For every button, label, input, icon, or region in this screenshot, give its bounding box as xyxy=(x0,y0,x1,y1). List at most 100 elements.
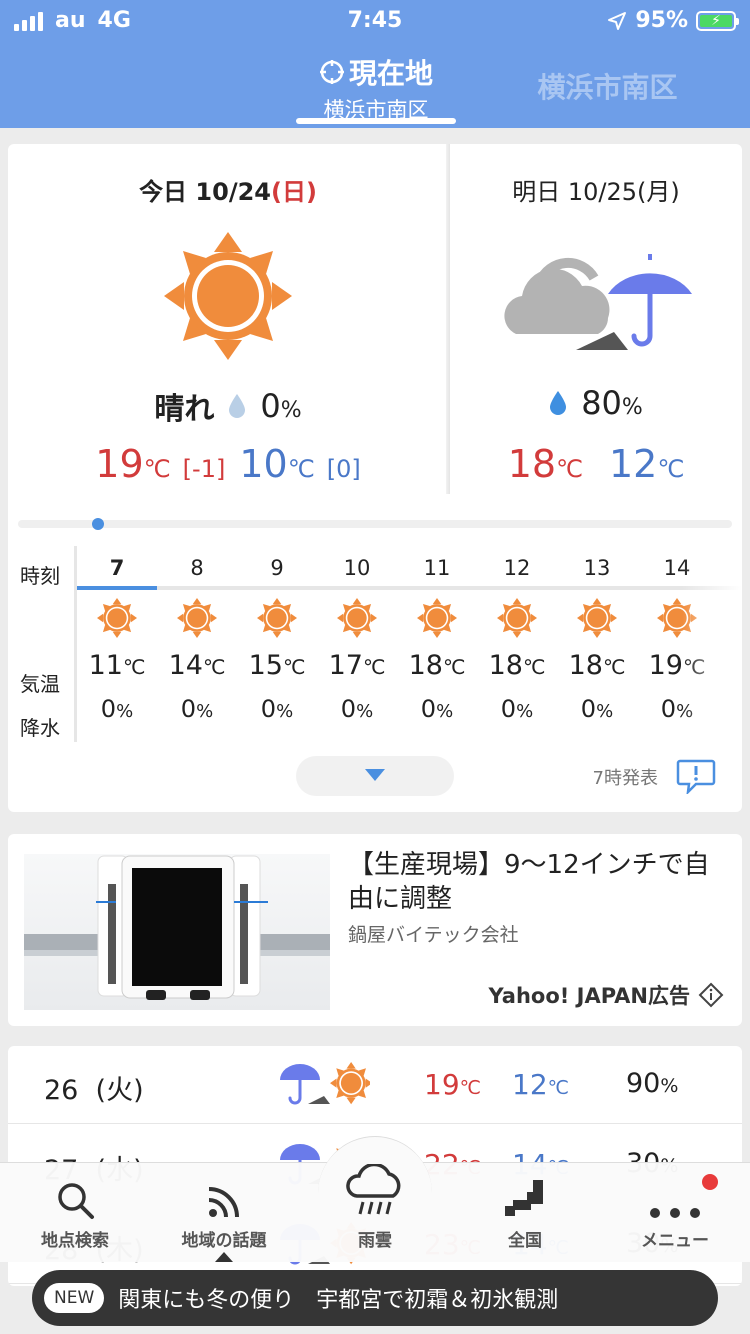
tomorrow-high-unit: ℃ xyxy=(556,455,583,483)
hour-weather xyxy=(237,592,317,644)
hour-temp-value: 18 xyxy=(568,650,603,681)
hour-label: 8 xyxy=(190,556,204,580)
weekly-high-value: 19 xyxy=(424,1068,460,1101)
nav-search[interactable]: 地点検索 xyxy=(15,1174,135,1251)
today-high-diff: [-1] xyxy=(182,455,226,483)
hour-column: 9 15℃ 0% xyxy=(237,546,317,723)
hour-temp-value: 18 xyxy=(408,650,443,681)
ad-image[interactable] xyxy=(24,854,330,1010)
hour-weather xyxy=(477,592,557,644)
hour-temp-unit: ℃ xyxy=(202,655,226,679)
tomorrow-weekday: (月) xyxy=(637,178,680,206)
hour-precip: 0% xyxy=(77,695,157,723)
hourly-forecast[interactable]: 7 11℃ 0% 8 14℃ 0% 9 15℃ 0% 10 17℃ 0% 11 18℃ 0% 12 18℃ 0% 1… xyxy=(74,546,742,742)
weekly-high: 19℃ xyxy=(424,1068,481,1101)
weekly-weekday: (火) xyxy=(95,1075,144,1106)
hour-temp: 17℃ xyxy=(317,650,397,681)
today-low-unit: ℃ xyxy=(287,455,315,483)
hour-weather xyxy=(557,592,637,644)
nav-rain-radar-label: 雨雲 xyxy=(358,1231,392,1251)
news-ticker[interactable]: NEW 関東にも冬の便り 宇都宮で初霜＆初氷観測 xyxy=(32,1270,718,1326)
nav-nationwide[interactable]: 全国 xyxy=(465,1174,585,1251)
hour-precip-value: 0 xyxy=(340,695,357,723)
weekly-day-number: 26 xyxy=(44,1075,79,1106)
hour-temp-value: 15 xyxy=(248,650,283,681)
today-title: 今日 10/24(日) xyxy=(8,172,448,207)
hour-temp: 18℃ xyxy=(477,650,557,681)
expand-hourly-button[interactable] xyxy=(296,756,454,796)
cloudy-then-rain-icon xyxy=(504,254,692,350)
hour-label: 13 xyxy=(583,556,611,580)
hourly-scroll-track[interactable] xyxy=(18,520,732,528)
hour-label: 9 xyxy=(270,556,284,580)
hour-temp-value: 17 xyxy=(328,650,363,681)
hour-label: 12 xyxy=(503,556,531,580)
hour-precip-value: 0 xyxy=(500,695,517,723)
hour-column: 11 18℃ 0% xyxy=(397,546,477,723)
hour-weather xyxy=(77,592,157,644)
issued-time: 7時発表 xyxy=(592,768,658,789)
more-icon xyxy=(650,1208,700,1218)
ad-badge[interactable]: Yahoo! JAPAN広告 xyxy=(489,980,725,1010)
tomorrow-forecast[interactable]: 明日 10/25(月) 80% 18℃ 12℃ xyxy=(450,144,742,494)
today-high-unit: ℃ xyxy=(143,455,171,483)
tab-saved-location[interactable]: 横浜市南区 xyxy=(520,66,695,106)
nav-local-topics[interactable]: 地域の話題 xyxy=(164,1174,284,1251)
ad-card[interactable]: 【生産現場】9〜12インチで自由に調整 鍋屋バイテック会社 Yahoo! JAP… xyxy=(8,834,742,1026)
app-header: au 4G 7:45 95% ⚡ 現在地 横浜市南区 横浜市南区 xyxy=(0,0,750,128)
label-precip: 降水 xyxy=(20,716,60,740)
rain-then-sunny-icon xyxy=(280,1062,373,1105)
hour-temp-unit: ℃ xyxy=(442,655,466,679)
hour-label: 7 xyxy=(109,556,125,580)
notification-dot xyxy=(702,1174,718,1190)
weekly-low-value: 12 xyxy=(512,1068,548,1101)
weekly-weather xyxy=(278,1060,373,1110)
sunny-icon xyxy=(164,232,292,360)
hour-label: 11 xyxy=(423,556,451,580)
hour-label: 10 xyxy=(343,556,371,580)
hour-precip: 0% xyxy=(477,695,557,723)
weekly-high-unit: ℃ xyxy=(459,1077,481,1099)
hour-precip-unit: % xyxy=(196,701,214,722)
today-forecast[interactable]: 今日 10/24(日) 晴れ 0% 19℃ [-1] 10℃ [0] xyxy=(8,144,448,494)
weekly-row[interactable]: 26 (火) 19℃ 12℃ 90% xyxy=(8,1046,742,1124)
hour-temp-value: 19 xyxy=(648,650,683,681)
ad-sponsor: 鍋屋バイテック会社 xyxy=(348,924,519,946)
tablet-holder-image xyxy=(24,855,330,1000)
hour-column: 10 17℃ 0% xyxy=(317,546,397,723)
label-temp: 気温 xyxy=(20,672,60,696)
hour-column: 12 18℃ 0% xyxy=(477,546,557,723)
ad-title[interactable]: 【生産現場】9〜12インチで自由に調整 xyxy=(348,848,728,916)
hour-weather xyxy=(317,592,397,644)
nav-rain-radar[interactable]: 雨雲 xyxy=(315,1160,435,1251)
hourly-scroll-thumb[interactable] xyxy=(92,518,104,530)
today-low: 10 xyxy=(239,442,288,486)
hour-temp: 15℃ xyxy=(237,650,317,681)
hour-precip-value: 0 xyxy=(660,695,677,723)
hour-temp: 18℃ xyxy=(397,650,477,681)
sunny-icon xyxy=(97,598,137,638)
scroll-fade xyxy=(682,546,742,742)
tab-current-location-title: 現在地 xyxy=(348,57,433,90)
hour-precip: 0% xyxy=(157,695,237,723)
hour-temp-value: 11 xyxy=(88,650,123,681)
weekly-precip-unit: % xyxy=(660,1075,679,1097)
hour-precip-value: 0 xyxy=(180,695,197,723)
hour-weather xyxy=(157,592,237,644)
hour-temp-unit: ℃ xyxy=(602,655,626,679)
tab-current-location[interactable]: 現在地 横浜市南区 xyxy=(296,52,456,124)
hour-temp-value: 18 xyxy=(488,650,523,681)
hour-precip-unit: % xyxy=(276,701,294,722)
tomorrow-low-unit: ℃ xyxy=(657,455,685,483)
today-precip: 0 xyxy=(260,387,281,425)
ticker-text: 関東にも冬の便り 宇都宮で初霜＆初氷観測 xyxy=(118,1288,559,1313)
hour-precip: 0% xyxy=(397,695,477,723)
hour-weather xyxy=(397,592,477,644)
feedback-icon[interactable] xyxy=(676,758,716,794)
hour-column: 7 11℃ 0% xyxy=(77,546,157,723)
new-badge: NEW xyxy=(44,1283,105,1313)
nav-search-label: 地点検索 xyxy=(41,1231,109,1251)
sunny-icon xyxy=(337,598,377,638)
battery-percent: 95% xyxy=(635,8,688,33)
hour-precip-unit: % xyxy=(596,701,614,722)
